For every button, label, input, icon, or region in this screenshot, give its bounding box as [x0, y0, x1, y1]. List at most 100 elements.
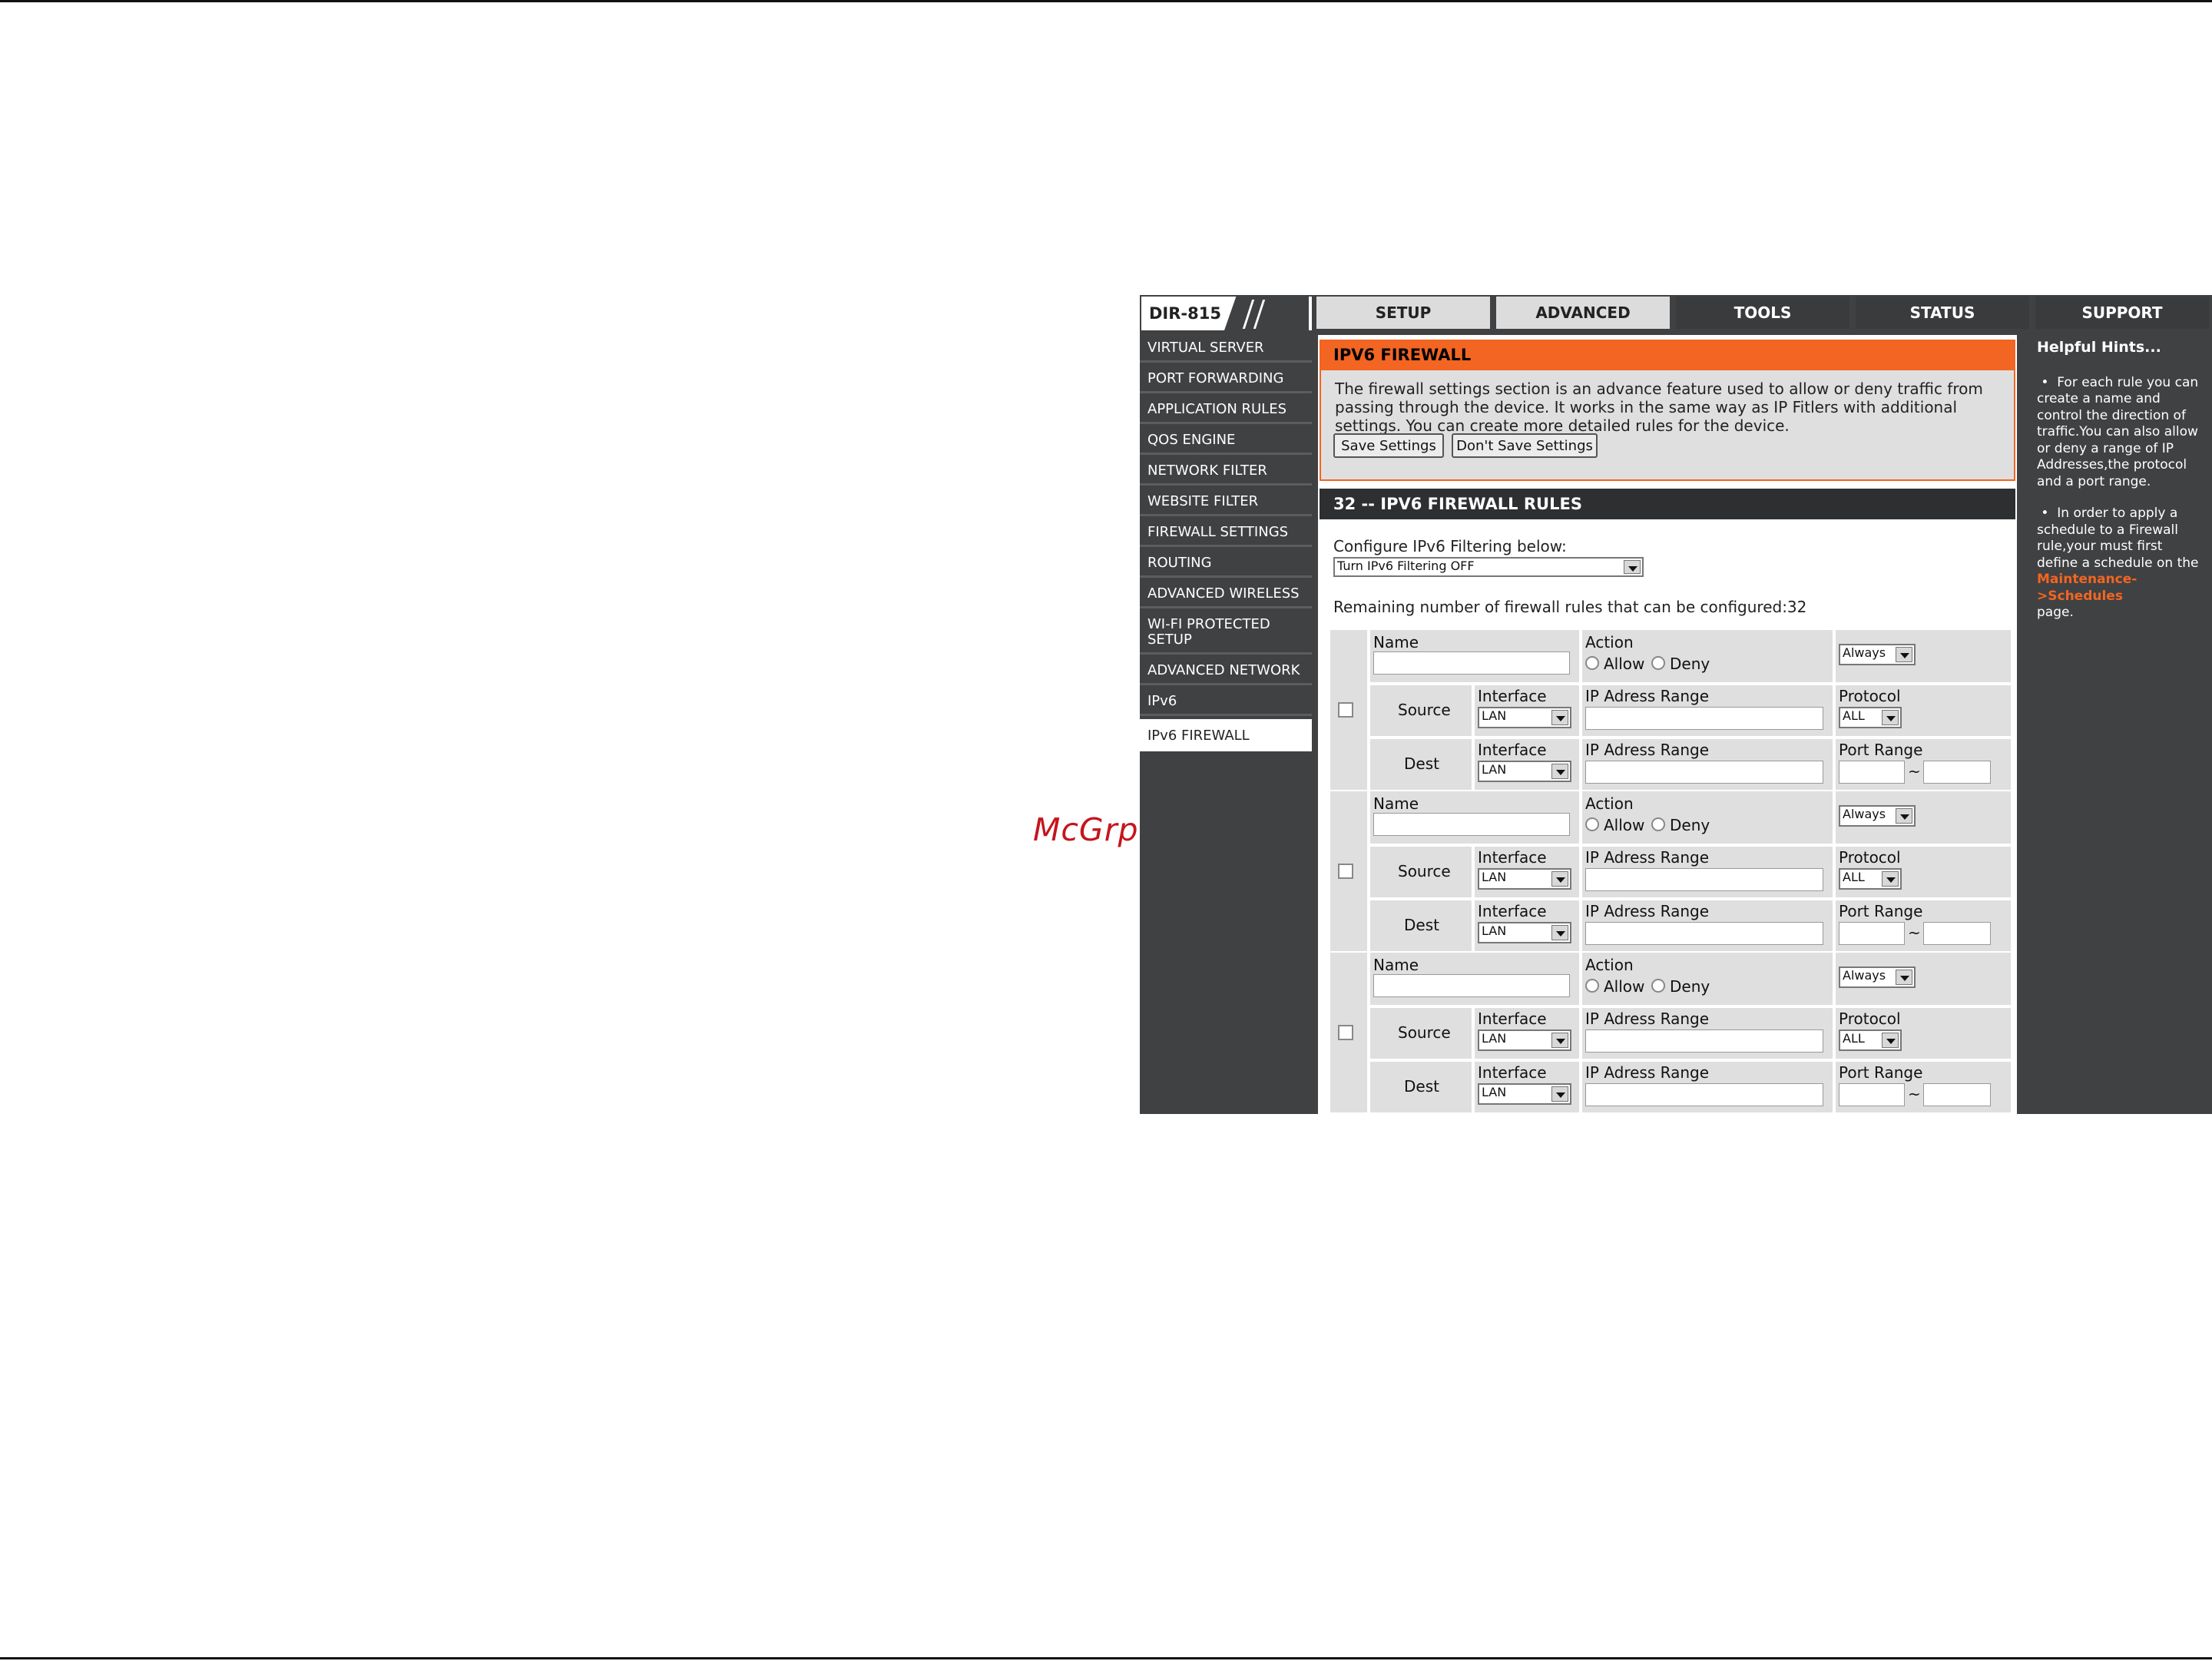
- name-label: Name: [1373, 794, 1419, 813]
- schedule-select[interactable]: Always: [1839, 966, 1916, 988]
- save-settings-button[interactable]: Save Settings: [1333, 433, 1444, 458]
- sidebar-item-website-filter[interactable]: WEBSITE FILTER: [1140, 489, 1312, 516]
- sidebar-item-routing[interactable]: ROUTING: [1140, 550, 1312, 578]
- schedule-select[interactable]: Always: [1839, 805, 1916, 827]
- hint-item: • In order to apply a schedule to a Fire…: [2037, 506, 2199, 620]
- tab-tools[interactable]: TOOLS: [1674, 295, 1851, 330]
- hint-text: page.: [2037, 605, 2074, 620]
- chevron-down-icon: [1896, 808, 1912, 824]
- ipv6-filtering-select[interactable]: Turn IPv6 Filtering OFF: [1333, 557, 1644, 577]
- source-ip-range-input[interactable]: [1585, 868, 1823, 891]
- interface-value: LAN: [1482, 762, 1507, 777]
- allow-radio[interactable]: [1585, 817, 1599, 831]
- maintenance-schedules-link[interactable]: Maintenance->Schedules: [2037, 572, 2137, 604]
- sidebar: VIRTUAL SERVER PORT FORWARDING APPLICATI…: [1140, 335, 1312, 754]
- sidebar-item-qos-engine[interactable]: QOS ENGINE: [1140, 427, 1312, 455]
- schedule-select[interactable]: Always: [1839, 644, 1916, 665]
- port-range-tilde: ~: [1908, 1085, 1921, 1103]
- deny-radio[interactable]: [1651, 656, 1665, 670]
- schedule-value: Always: [1843, 645, 1886, 660]
- port-range-start-input[interactable]: [1839, 1083, 1905, 1106]
- dont-save-settings-button[interactable]: Don't Save Settings: [1452, 433, 1598, 458]
- ipv6-filtering-value: Turn IPv6 Filtering OFF: [1337, 559, 1475, 573]
- source-ip-range-input[interactable]: [1585, 707, 1823, 730]
- main-content: IPV6 FIREWALL The firewall settings sect…: [1318, 335, 2017, 1114]
- sidebar-item-wifi-protected-setup[interactable]: WI-FI PROTECTED SETUP: [1140, 612, 1312, 655]
- interface-label: Interface: [1478, 902, 1547, 920]
- sidebar-item-firewall-settings[interactable]: FIREWALL SETTINGS: [1140, 519, 1312, 547]
- cell-divider: [1579, 630, 1582, 682]
- source-label: Source: [1398, 862, 1451, 880]
- sidebar-item-ipv6[interactable]: IPv6: [1140, 688, 1312, 716]
- deny-radio[interactable]: [1651, 817, 1665, 831]
- firewall-rule: Name Action Allow Deny Always Source Int…: [1330, 953, 2011, 1112]
- sidebar-item-network-filter[interactable]: NETWORK FILTER: [1140, 458, 1312, 486]
- rule-enable-checkbox[interactable]: [1338, 864, 1353, 879]
- allow-radio[interactable]: [1585, 979, 1599, 993]
- dest-ip-range-input[interactable]: [1585, 761, 1823, 784]
- protocol-label: Protocol: [1839, 848, 1901, 867]
- sidebar-item-application-rules[interactable]: APPLICATION RULES: [1140, 396, 1312, 424]
- source-interface-select[interactable]: LAN: [1478, 707, 1571, 728]
- firewall-rule: Name Action Allow Deny Always Source Int…: [1330, 630, 2011, 790]
- dest-ip-range-input[interactable]: [1585, 1083, 1823, 1106]
- device-logo: DIR-815: [1140, 295, 1313, 332]
- chevron-down-icon: [1896, 970, 1912, 985]
- tab-support[interactable]: SUPPORT: [2034, 295, 2210, 330]
- allow-label: Allow: [1604, 655, 1645, 673]
- dest-interface-select[interactable]: LAN: [1478, 761, 1571, 782]
- dest-interface-select[interactable]: LAN: [1478, 1083, 1571, 1105]
- chevron-down-icon: [1551, 925, 1568, 940]
- dest-interface-select[interactable]: LAN: [1478, 922, 1571, 943]
- name-label: Name: [1373, 956, 1419, 974]
- cell-divider: [1579, 685, 1582, 790]
- port-range-start-input[interactable]: [1839, 922, 1905, 945]
- sidebar-item-port-forwarding[interactable]: PORT FORWARDING: [1140, 366, 1312, 393]
- port-range-end-input[interactable]: [1923, 1083, 1991, 1106]
- protocol-value: ALL: [1843, 1031, 1865, 1046]
- remaining-rules-text: Remaining number of firewall rules that …: [1333, 598, 1807, 616]
- chevron-down-icon: [1551, 764, 1568, 779]
- tab-status[interactable]: STATUS: [1854, 295, 2031, 330]
- rule-name-input[interactable]: [1373, 813, 1570, 836]
- allow-radio[interactable]: [1585, 656, 1599, 670]
- chevron-down-icon: [1882, 710, 1899, 725]
- cell-divider: [1579, 847, 1582, 951]
- cell-divider: [1579, 791, 1582, 844]
- logo-slash-graphic: [1224, 297, 1309, 330]
- chevron-down-icon: [1882, 871, 1899, 887]
- port-range-label: Port Range: [1839, 1063, 1923, 1082]
- sidebar-item-advanced-wireless[interactable]: ADVANCED WIRELESS: [1140, 581, 1312, 608]
- sidebar-item-ipv6-firewall[interactable]: IPv6 FIREWALL: [1140, 719, 1312, 751]
- sidebar-item-advanced-network[interactable]: ADVANCED NETWORK: [1140, 658, 1312, 685]
- tab-advanced[interactable]: ADVANCED: [1495, 295, 1671, 330]
- protocol-select[interactable]: ALL: [1839, 707, 1902, 728]
- tab-setup[interactable]: SETUP: [1315, 295, 1492, 330]
- firewall-rule: Name Action Allow Deny Always Source Int…: [1330, 791, 2011, 951]
- protocol-label: Protocol: [1839, 1010, 1901, 1028]
- filtering-config-label: Configure IPv6 Filtering below:: [1333, 537, 1567, 555]
- cell-divider: [1370, 682, 2011, 685]
- rule-enable-checkbox[interactable]: [1338, 702, 1353, 718]
- rule-name-input[interactable]: [1373, 974, 1570, 997]
- cell-divider: [1367, 953, 1370, 1112]
- protocol-select[interactable]: ALL: [1839, 1029, 1902, 1051]
- deny-radio[interactable]: [1651, 979, 1665, 993]
- source-label: Source: [1398, 701, 1451, 719]
- port-range-end-input[interactable]: [1923, 761, 1991, 784]
- cell-divider: [1579, 953, 1582, 1005]
- rule-name-input[interactable]: [1373, 651, 1570, 675]
- source-interface-select[interactable]: LAN: [1478, 868, 1571, 890]
- sidebar-item-virtual-server[interactable]: VIRTUAL SERVER: [1140, 335, 1312, 363]
- port-range-end-input[interactable]: [1923, 922, 1991, 945]
- cell-divider: [1370, 844, 2011, 847]
- source-interface-select[interactable]: LAN: [1478, 1029, 1571, 1051]
- source-ip-range-input[interactable]: [1585, 1029, 1823, 1053]
- rule-enable-checkbox[interactable]: [1338, 1025, 1353, 1040]
- port-range-start-input[interactable]: [1839, 761, 1905, 784]
- chevron-down-icon: [1551, 871, 1568, 887]
- cell-divider: [1367, 791, 1370, 951]
- dest-ip-range-input[interactable]: [1585, 922, 1823, 945]
- cell-divider: [1833, 953, 1836, 1112]
- protocol-select[interactable]: ALL: [1839, 868, 1902, 890]
